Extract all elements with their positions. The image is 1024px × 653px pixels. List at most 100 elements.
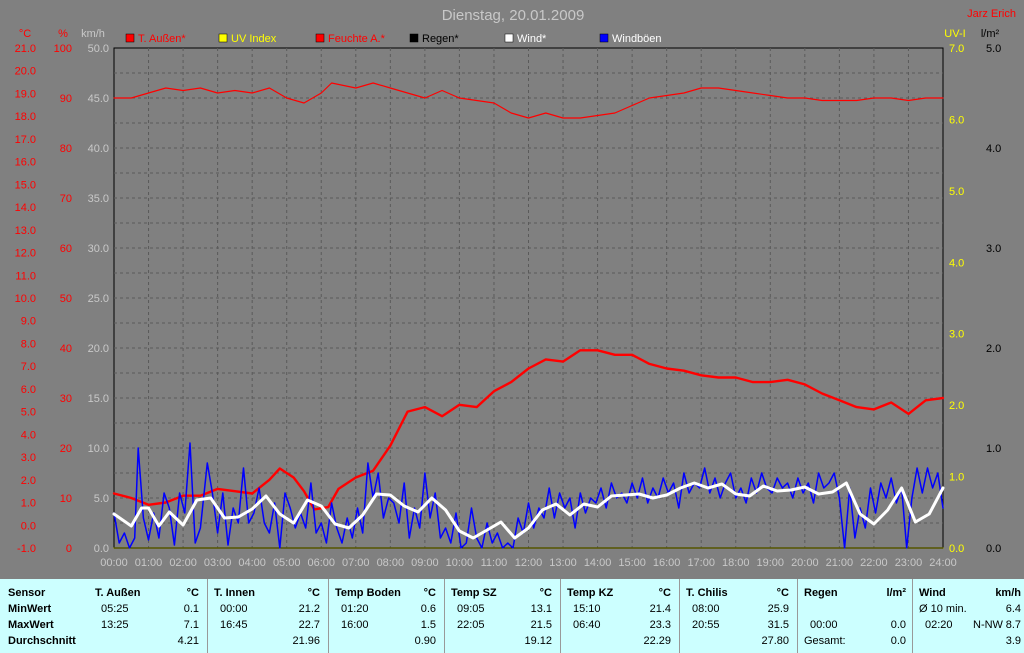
legend-label: Regen* — [422, 33, 459, 45]
uv-tick-label: 5.0 — [949, 186, 964, 198]
regen-total-label: Gesamt: — [804, 635, 846, 647]
wind-unit: km/h — [995, 587, 1021, 599]
wind-max-value: 8.7 — [1005, 619, 1021, 631]
humidity-axis-unit: % — [58, 28, 68, 40]
temp-tick-label: 6.0 — [21, 384, 36, 396]
stat-title: T. Innen — [214, 587, 255, 599]
stat-unit: °C — [186, 587, 199, 599]
stat-max-time: 20:55 — [692, 619, 720, 631]
time-tick-label: 13:00 — [549, 557, 577, 569]
time-tick-label: 16:00 — [653, 557, 681, 569]
stats-column: T. Innen °C 00:00 21.2 16:45 22.7 21.96 — [207, 579, 328, 653]
rain-tick-label: 5.0 — [986, 43, 1001, 55]
legend-swatch — [315, 33, 325, 43]
stat-min-value: 0.1 — [183, 603, 199, 615]
time-tick-label: 03:00 — [204, 557, 232, 569]
time-tick-label: 22:00 — [860, 557, 888, 569]
legend-swatch — [409, 33, 419, 43]
legend-label: Windböen — [612, 33, 662, 45]
statistics-panel: Sensor MinWert MaxWert Durchschnitt T. A… — [0, 579, 1024, 653]
stat-max-time: 06:40 — [573, 619, 601, 631]
time-tick-label: 00:00 — [100, 557, 128, 569]
humidity-tick-label: 0 — [66, 543, 72, 555]
humidity-tick-label: 90 — [60, 93, 72, 105]
stat-average-value: 0.90 — [414, 635, 436, 647]
time-tick-label: 19:00 — [757, 557, 785, 569]
wind-tick-label: 15.0 — [88, 393, 109, 405]
rain-tick-label: 3.0 — [986, 243, 1001, 255]
time-tick-label: 20:00 — [791, 557, 819, 569]
stat-title: T. Außen — [95, 587, 141, 599]
time-tick-label: 11:00 — [481, 557, 508, 569]
stats-column: Temp SZ °C 09:05 13.1 22:05 21.5 19.12 — [444, 579, 560, 653]
wind-max-direction: N-NW — [973, 619, 1003, 631]
stat-max-value: 7.1 — [183, 619, 199, 631]
stat-average-value: 27.80 — [761, 635, 789, 647]
temp-tick-label: 13.0 — [15, 225, 36, 237]
regen-unit: l/m² — [886, 587, 906, 599]
wind-axis-unit: km/h — [81, 28, 105, 40]
stat-title: T. Chilis — [686, 587, 728, 599]
temp-tick-label: -1.0 — [17, 543, 36, 555]
stat-min-value: 13.1 — [530, 603, 552, 615]
stats-column: T. Chilis °C 08:00 25.9 20:55 31.5 27.80 — [679, 579, 797, 653]
time-tick-label: 04:00 — [238, 557, 266, 569]
wind-max-time: 02:20 — [925, 619, 953, 631]
time-tick-label: 23:00 — [895, 557, 923, 569]
humidity-tick-label: 10 — [60, 493, 72, 505]
row-label-max: MaxWert — [8, 619, 54, 631]
time-tick-label: 05:00 — [273, 557, 301, 569]
time-tick-label: 01:00 — [135, 557, 163, 569]
regen-value: 0.0 — [890, 619, 906, 631]
legend-swatch — [218, 33, 228, 43]
stat-average-value: 21.96 — [292, 635, 320, 647]
stat-unit: °C — [776, 587, 789, 599]
temp-tick-label: 10.0 — [15, 293, 36, 305]
stats-column: T. Außen °C 05:25 0.1 13:25 7.1 4.21 — [89, 579, 207, 653]
uv-tick-label: 3.0 — [949, 329, 964, 341]
regen-title: Regen — [804, 587, 838, 599]
stat-unit: °C — [423, 587, 436, 599]
stat-title: Temp SZ — [451, 587, 497, 599]
rain-tick-label: 4.0 — [986, 143, 1001, 155]
temp-tick-label: 16.0 — [15, 157, 36, 169]
temp-tick-label: 9.0 — [21, 316, 36, 328]
wind-tick-label: 20.0 — [88, 343, 109, 355]
stat-min-time: 08:00 — [692, 603, 720, 615]
temp-tick-label: 3.0 — [21, 452, 36, 464]
stat-max-value: 23.3 — [649, 619, 671, 631]
stats-column-wind: Wind km/h Ø 10 min. 6.4 02:20 N-NW 8.7 3… — [912, 579, 1024, 653]
row-label-min: MinWert — [8, 603, 52, 615]
humidity-tick-label: 70 — [60, 193, 72, 205]
stat-max-time: 16:00 — [341, 619, 369, 631]
legend-label: Feuchte A.* — [328, 33, 386, 45]
stat-min-time: 00:00 — [220, 603, 248, 615]
legend-label: T. Außen* — [138, 33, 186, 45]
temp-tick-label: 12.0 — [15, 248, 36, 260]
stat-max-value: 31.5 — [767, 619, 789, 631]
time-tick-label: 17:00 — [687, 557, 715, 569]
weather-chart: Dienstag, 20.01.2009 Jarz Erich T. Außen… — [0, 0, 1024, 579]
stat-max-time: 22:05 — [457, 619, 485, 631]
humidity-tick-label: 50 — [60, 293, 72, 305]
time-tick-label: 24:00 — [929, 557, 957, 569]
stat-average-value: 22.29 — [643, 635, 671, 647]
regen-total-value: 0.0 — [890, 635, 906, 647]
stat-max-value: 22.7 — [298, 619, 320, 631]
wind-tick-label: 35.0 — [88, 193, 109, 205]
humidity-tick-label: 100 — [54, 43, 72, 55]
wind-tick-label: 10.0 — [88, 443, 109, 455]
temp-tick-label: 17.0 — [15, 134, 36, 146]
sensor-header: Sensor — [8, 587, 46, 599]
author-label: Jarz Erich — [967, 8, 1016, 20]
rain-tick-label: 2.0 — [986, 343, 1001, 355]
humidity-tick-label: 80 — [60, 143, 72, 155]
stat-min-value: 21.4 — [649, 603, 671, 615]
stat-title: Temp Boden — [335, 587, 401, 599]
stat-min-value: 0.6 — [420, 603, 436, 615]
temp-tick-label: 21.0 — [15, 43, 36, 55]
legend-label: UV Index — [231, 33, 277, 45]
stats-column-regen: Regen l/m² 00:00 0.0 Gesamt: 0.0 — [797, 579, 912, 653]
stat-average-value: 19.12 — [524, 635, 552, 647]
time-tick-label: 07:00 — [342, 557, 370, 569]
